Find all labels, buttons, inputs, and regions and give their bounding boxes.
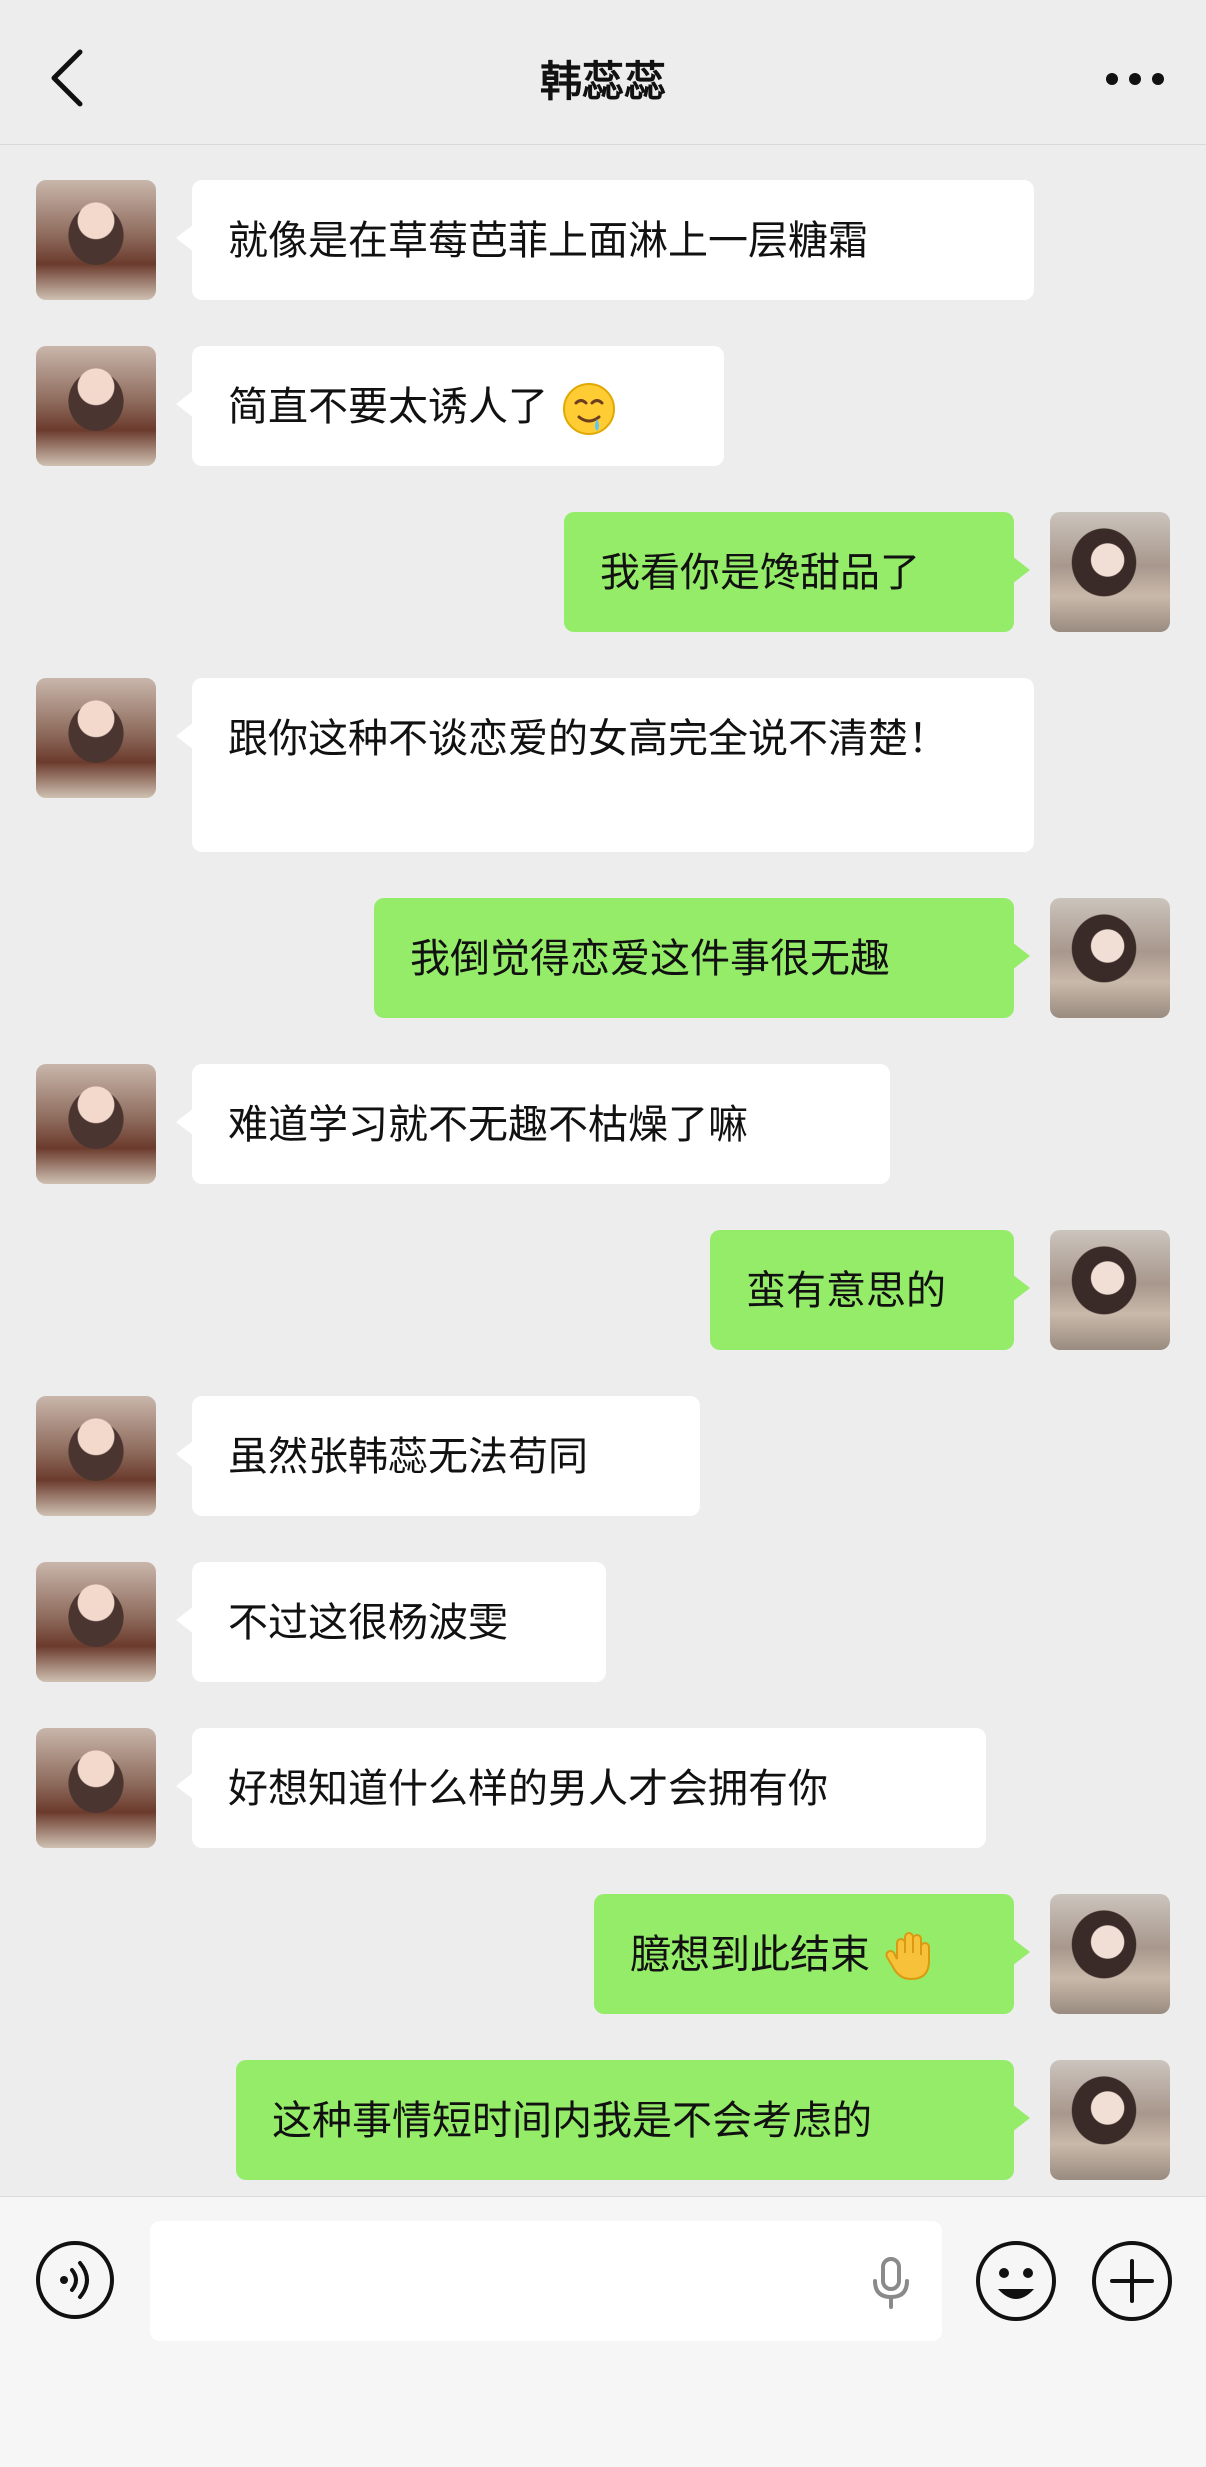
microphone-icon[interactable] xyxy=(866,2255,916,2311)
contact-avatar[interactable] xyxy=(36,1064,156,1184)
message-text: 这种事情短时间内我是不会考虑的 xyxy=(272,2098,872,2144)
message-row: 蛮有意思的 xyxy=(0,1194,1206,1360)
message-list[interactable]: 就像是在草莓芭菲上面淋上一层糖霜 简直不要太诱人了 我看你是馋甜品了 跟你这种不… xyxy=(0,144,1206,2196)
smiley-icon xyxy=(976,2241,1056,2321)
voice-mode-icon xyxy=(36,2241,114,2319)
contact-avatar[interactable] xyxy=(36,1562,156,1682)
message-input[interactable] xyxy=(150,2221,942,2341)
message-row: 好想知道什么样的男人才会拥有你 xyxy=(0,1692,1206,1858)
message-row: 不过这很杨波雯 xyxy=(0,1526,1206,1692)
contact-avatar[interactable] xyxy=(36,346,156,466)
message-text: 不过这很杨波雯 xyxy=(228,1600,508,1646)
message-row: 臆想到此结束 xyxy=(0,1858,1206,2024)
ellipsis-icon xyxy=(1106,73,1164,85)
message-text: 臆想到此结束 xyxy=(630,1932,870,1978)
incoming-message-bubble[interactable]: 难道学习就不无趣不枯燥了嘛 xyxy=(176,1064,890,1184)
message-text: 就像是在草莓芭菲上面淋上一层糖霜 xyxy=(228,218,868,264)
outgoing-message-bubble[interactable]: 我看你是馋甜品了 xyxy=(564,512,1030,632)
message-row: 就像是在草莓芭菲上面淋上一层糖霜 xyxy=(0,144,1206,310)
plus-circle-icon xyxy=(1092,2241,1172,2321)
self-avatar[interactable] xyxy=(1050,512,1170,632)
message-row: 我看你是馋甜品了 xyxy=(0,476,1206,642)
outgoing-message-bubble[interactable]: 我倒觉得恋爱这件事很无趣 xyxy=(374,898,1030,1018)
more-options-button[interactable] xyxy=(1104,58,1166,100)
message-text: 我看你是馋甜品了 xyxy=(600,550,920,596)
contact-avatar[interactable] xyxy=(36,678,156,798)
emoji-button[interactable] xyxy=(974,2239,1058,2323)
message-row: 虽然张韩蕊无法苟同 xyxy=(0,1360,1206,1526)
message-row: 我倒觉得恋爱这件事很无趣 xyxy=(0,862,1206,1028)
contact-avatar[interactable] xyxy=(36,1728,156,1848)
self-avatar[interactable] xyxy=(1050,1230,1170,1350)
message-row: 跟你这种不谈恋爱的女高完全说不清楚！ xyxy=(0,642,1206,862)
outgoing-message-bubble[interactable]: 蛮有意思的 xyxy=(710,1230,1030,1350)
message-text: 虽然张韩蕊无法苟同 xyxy=(228,1434,588,1480)
input-bar xyxy=(0,2196,1206,2467)
contact-avatar[interactable] xyxy=(36,180,156,300)
self-avatar[interactable] xyxy=(1050,1894,1170,2014)
incoming-message-bubble[interactable]: 不过这很杨波雯 xyxy=(176,1562,606,1682)
incoming-message-bubble[interactable]: 好想知道什么样的男人才会拥有你 xyxy=(176,1728,986,1848)
message-text: 蛮有意思的 xyxy=(746,1268,946,1314)
message-row: 这种事情短时间内我是不会考虑的 xyxy=(0,2024,1206,2190)
more-functions-button[interactable] xyxy=(1090,2239,1174,2323)
incoming-message-bubble[interactable]: 就像是在草莓芭菲上面淋上一层糖霜 xyxy=(176,180,1034,300)
message-text: 难道学习就不无趣不枯燥了嘛 xyxy=(228,1102,748,1148)
message-text: 跟你这种不谈恋爱的女高完全说不清楚！ xyxy=(228,716,948,762)
contact-avatar[interactable] xyxy=(36,1396,156,1516)
message-row: 难道学习就不无趣不枯燥了嘛 xyxy=(0,1028,1206,1194)
outgoing-message-bubble[interactable]: 这种事情短时间内我是不会考虑的 xyxy=(236,2060,1030,2180)
voice-mode-button[interactable] xyxy=(34,2239,116,2321)
raised-hand-icon xyxy=(885,1932,930,1981)
message-text: 好想知道什么样的男人才会拥有你 xyxy=(228,1766,828,1812)
message-text: 简直不要太诱人了 xyxy=(228,384,548,430)
drooling-face-icon xyxy=(562,383,615,435)
message-row: 简直不要太诱人了 xyxy=(0,310,1206,476)
outgoing-message-bubble[interactable]: 臆想到此结束 xyxy=(594,1894,1030,2014)
incoming-message-bubble[interactable]: 简直不要太诱人了 xyxy=(176,346,724,466)
incoming-message-bubble[interactable]: 虽然张韩蕊无法苟同 xyxy=(176,1396,700,1516)
chat-header: 韩蕊蕊 xyxy=(0,0,1206,145)
self-avatar[interactable] xyxy=(1050,2060,1170,2180)
self-avatar[interactable] xyxy=(1050,898,1170,1018)
message-text: 我倒觉得恋爱这件事很无趣 xyxy=(410,936,890,982)
incoming-message-bubble[interactable]: 跟你这种不谈恋爱的女高完全说不清楚！ xyxy=(176,678,1034,852)
chat-title: 韩蕊蕊 xyxy=(539,57,666,106)
